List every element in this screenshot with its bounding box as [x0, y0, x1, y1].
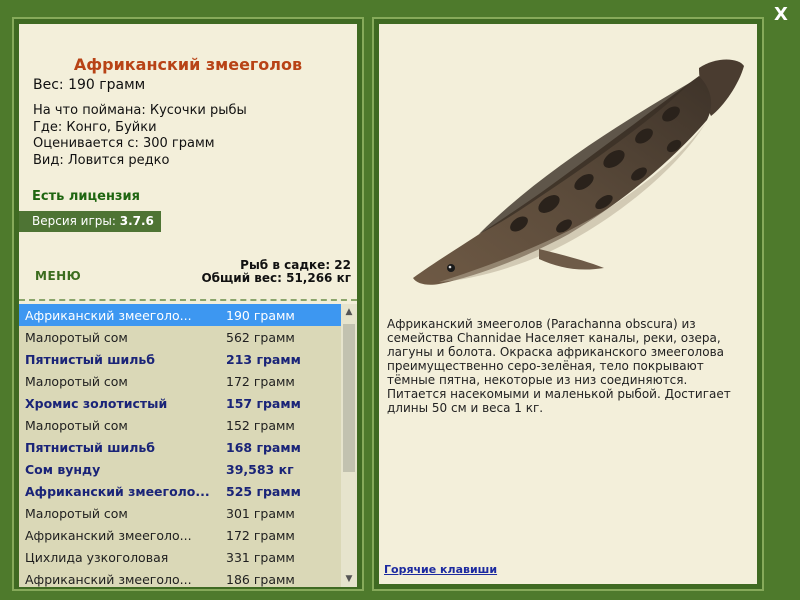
total-weight: Общий вес: 51,266 кг	[201, 271, 351, 285]
keepnet-stats: Рыб в садке: 22 Общий вес: 51,266 кг	[201, 259, 351, 285]
list-item[interactable]: Африканский змееголо... 525 грамм	[19, 480, 341, 502]
fish-image	[413, 59, 744, 285]
list-item-name: Пятнистый шильб	[25, 351, 156, 367]
list-item-weight: 525 грамм	[226, 483, 301, 499]
list-item[interactable]: Пятнистый шильб 168 грамм	[19, 436, 341, 458]
scroll-thumb[interactable]	[343, 324, 355, 472]
list-item-weight: 186 грамм	[226, 571, 295, 587]
list-item[interactable]: Африканский змееголо... 172 грамм	[19, 524, 341, 546]
close-icon: X	[774, 4, 788, 25]
fish-title: Африканский змееголов	[73, 55, 303, 74]
list-item[interactable]: Сом вунду 39,583 кг	[19, 458, 341, 480]
list-item-weight: 39,583 кг	[226, 461, 294, 477]
chevron-down-icon[interactable]: ▼	[341, 571, 357, 587]
list-item-weight: 168 грамм	[226, 439, 301, 455]
fish-description-panel: Африканский змееголов (Parachanna obscur…	[372, 17, 764, 591]
list-item-weight: 562 грамм	[226, 329, 295, 345]
list-item-weight: 172 грамм	[226, 373, 295, 389]
list-scrollbar[interactable]: ▲ ▼	[341, 304, 357, 587]
catch-location: Где: Конго, Буйки	[33, 119, 157, 135]
list-item-name: Малоротый сом	[25, 417, 128, 433]
list-item-weight: 331 грамм	[226, 549, 295, 565]
list-item-name: Африканский змееголо...	[25, 483, 210, 499]
fish-weight: Вес: 190 грамм	[33, 77, 146, 93]
divider	[19, 299, 357, 301]
list-item-weight: 172 грамм	[226, 527, 295, 543]
list-item-name: Цихлида узкоголовая	[25, 549, 169, 565]
list-item-name: Африканский змееголо...	[25, 527, 192, 543]
list-item[interactable]: Пятнистый шильб 213 грамм	[19, 348, 341, 370]
fish-details: На что поймана: Кусочки рыбы Где: Конго,…	[33, 103, 247, 169]
license-status: Есть лицензия	[32, 189, 140, 204]
fish-description: Африканский змееголов (Parachanna obscur…	[387, 317, 731, 415]
list-item-name: Африканский змееголо...	[25, 571, 192, 587]
species-rarity: Вид: Ловится редко	[33, 152, 170, 168]
list-item[interactable]: Малоротый сом 172 грамм	[19, 370, 341, 392]
list-item-weight: 157 грамм	[226, 395, 301, 411]
list-item[interactable]: Малоротый сом 562 грамм	[19, 326, 341, 348]
version-value: 3.7.6	[119, 214, 154, 228]
list-item-name: Малоротый сом	[25, 329, 128, 345]
list-item-name: Малоротый сом	[25, 505, 128, 521]
fish-info-content: Африканский змееголов Вес: 190 грамм На …	[19, 24, 357, 587]
list-item[interactable]: Африканский змееголо... 190 грамм	[19, 304, 341, 326]
list-item-name: Хромис золотистый	[25, 395, 168, 411]
fish-info-panel: Африканский змееголов Вес: 190 грамм На …	[12, 17, 364, 591]
menu-button[interactable]: МЕНЮ	[35, 269, 81, 283]
hotkeys-link[interactable]: Горячие клавиши	[384, 563, 497, 576]
version-label: Версия игры:	[32, 214, 116, 228]
fish-description-content: Африканский змееголов (Parachanna obscur…	[379, 24, 757, 584]
fish-list[interactable]: Африканский змееголо... 190 грамм Малорот…	[19, 304, 341, 587]
list-item[interactable]: Африканский змееголо... 186 грамм	[19, 568, 341, 587]
list-item-name: Малоротый сом	[25, 373, 128, 389]
list-item[interactable]: Хромис золотистый 157 грамм	[19, 392, 341, 414]
catch-bait: На что поймана: Кусочки рыбы	[33, 103, 247, 118]
valuation: Оценивается с: 300 грамм	[33, 136, 215, 151]
list-item-name: Африканский змееголо...	[25, 307, 192, 323]
game-version: Версия игры: 3.7.6	[19, 211, 161, 232]
list-item-weight: 190 грамм	[226, 307, 295, 323]
close-button[interactable]: X	[770, 4, 792, 26]
list-item[interactable]: Малоротый сом 301 грамм	[19, 502, 341, 524]
list-item[interactable]: Малоротый сом 152 грамм	[19, 414, 341, 436]
list-item-name: Пятнистый шильб	[25, 439, 156, 455]
list-item[interactable]: Цихлида узкоголовая 331 грамм	[19, 546, 341, 568]
list-item-name: Сом вунду	[25, 461, 101, 477]
list-item-weight: 301 грамм	[226, 505, 295, 521]
list-item-weight: 213 грамм	[226, 351, 301, 367]
chevron-up-icon[interactable]: ▲	[341, 304, 357, 320]
list-item-weight: 152 грамм	[226, 417, 295, 433]
